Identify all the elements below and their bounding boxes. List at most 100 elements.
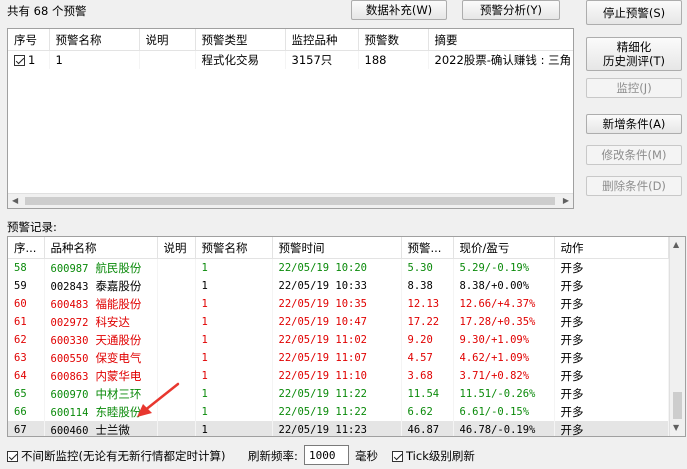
alert-index-cell[interactable]: 1 bbox=[8, 50, 50, 69]
modify-condition-button[interactable]: 修改条件(M) bbox=[586, 145, 682, 165]
scroll-down-icon[interactable]: ▼ bbox=[673, 423, 679, 433]
record-alert-name: 1 bbox=[195, 313, 273, 331]
record-row[interactable]: 63 600550 保变电气 1 22/05/19 11:07 4.57 4.62/+1.0… bbox=[8, 349, 669, 367]
refine-line1: 精细化 bbox=[616, 40, 652, 54]
record-row[interactable]: 64 600863 内蒙华电 1 22/05/19 11:10 3.68 3.71/+0.8… bbox=[8, 367, 669, 385]
alert-enabled-checkbox[interactable] bbox=[14, 55, 25, 66]
add-condition-button[interactable]: 新增条件(A) bbox=[586, 114, 682, 134]
alerts-hscroll-thumb[interactable] bbox=[25, 197, 555, 205]
record-action: 开多 bbox=[554, 403, 669, 421]
record-time: 22/05/19 11:23 bbox=[272, 421, 402, 436]
record-time: 22/05/19 11:22 bbox=[272, 403, 402, 421]
tick-refresh-checkbox[interactable] bbox=[392, 451, 403, 462]
records-vscrollbar[interactable]: ▲ ▼ bbox=[669, 237, 685, 436]
stock-code: 002972 bbox=[50, 317, 89, 329]
col-header-name[interactable]: 预警名称 bbox=[49, 29, 140, 51]
refresh-freq-input[interactable] bbox=[304, 445, 349, 465]
record-row[interactable]: 61 002972 科安达 1 22/05/19 10:47 17.22 17.28/+0.… bbox=[8, 313, 669, 331]
record-no: 66 bbox=[8, 403, 45, 421]
record-price: 46.87 bbox=[401, 421, 454, 436]
record-action: 开多 bbox=[554, 421, 669, 436]
col-header-desc[interactable]: 说明 bbox=[157, 237, 196, 259]
stock-name: 福能股份 bbox=[95, 297, 142, 311]
col-header-alert-name[interactable]: 预警名称 bbox=[195, 237, 273, 259]
alert-row[interactable]: 1 1 程式化交易 3157只 188 2022股票-确认赚钱 : 三角 bbox=[8, 50, 573, 69]
continuous-monitor-checkbox[interactable] bbox=[7, 451, 18, 462]
record-time: 22/05/19 11:02 bbox=[272, 331, 402, 349]
record-row[interactable]: 60 600483 福能股份 1 22/05/19 10:35 12.13 12.66/+4… bbox=[8, 295, 669, 313]
record-alert-name: 1 bbox=[195, 258, 273, 277]
scroll-left-icon[interactable]: ◀ bbox=[12, 196, 18, 206]
record-price: 5.30 bbox=[401, 258, 454, 277]
stock-cell: 600987 航民股份 bbox=[44, 258, 158, 277]
record-no: 63 bbox=[8, 349, 45, 367]
alerts-hscrollbar[interactable]: ◀ ▶ bbox=[8, 193, 573, 208]
record-row[interactable]: 66 600114 东睦股份 1 22/05/19 11:22 6.62 6.61/-0.1… bbox=[8, 403, 669, 421]
continuous-monitor-option[interactable]: 不间断监控(无论有无新行情都定时计算) bbox=[7, 448, 225, 464]
data-fill-button[interactable]: 数据补充(W) bbox=[351, 0, 447, 20]
records-label: 预警记录: bbox=[7, 220, 57, 234]
scroll-right-icon[interactable]: ▶ bbox=[563, 196, 569, 206]
record-pnl: 5.29/-0.19% bbox=[453, 258, 555, 277]
stock-name: 士兰微 bbox=[95, 423, 130, 437]
col-header-summary[interactable]: 摘要 bbox=[428, 29, 573, 51]
stock-code: 002843 bbox=[50, 281, 89, 293]
record-action: 开多 bbox=[554, 277, 669, 295]
record-alert-name: 1 bbox=[195, 367, 273, 385]
stop-alert-button[interactable]: 停止预警(S) bbox=[586, 0, 682, 25]
col-header-price[interactable]: 预警... bbox=[401, 237, 454, 259]
record-row[interactable]: 67 600460 士兰微 1 22/05/19 11:23 46.87 46.78/-0.… bbox=[8, 421, 669, 437]
record-action: 开多 bbox=[554, 258, 669, 277]
col-header-count[interactable]: 预警数 bbox=[358, 29, 429, 51]
records-table: 序... 品种名称 说明 预警名称 预警时间 预警... 现价/盈亏 动作 58… bbox=[7, 236, 686, 437]
record-desc bbox=[157, 295, 196, 313]
alert-summary: 2022股票-确认赚钱 : 三角 bbox=[428, 50, 573, 69]
record-time: 22/05/19 10:47 bbox=[272, 313, 402, 331]
record-no: 58 bbox=[8, 258, 45, 277]
record-pnl: 6.61/-0.15% bbox=[453, 403, 555, 421]
record-price: 4.57 bbox=[401, 349, 454, 367]
record-no: 62 bbox=[8, 331, 45, 349]
col-header-no[interactable]: 序... bbox=[8, 237, 45, 259]
alert-analysis-button[interactable]: 预警分析(Y) bbox=[462, 0, 560, 20]
stock-code: 600970 bbox=[50, 389, 89, 401]
record-no: 67 bbox=[8, 421, 45, 436]
record-price: 6.62 bbox=[401, 403, 454, 421]
record-alert-name: 1 bbox=[195, 295, 273, 313]
record-row[interactable]: 59 002843 泰嘉股份 1 22/05/19 10:33 8.38 8.38/+0.0… bbox=[8, 277, 669, 295]
record-time: 22/05/19 10:33 bbox=[272, 277, 402, 295]
stock-cell: 002843 泰嘉股份 bbox=[44, 277, 158, 295]
record-time: 22/05/19 11:10 bbox=[272, 367, 402, 385]
col-header-desc[interactable]: 说明 bbox=[139, 29, 196, 51]
record-alert-name: 1 bbox=[195, 277, 273, 295]
records-vscroll-thumb[interactable] bbox=[673, 392, 682, 419]
stock-cell: 600483 福能股份 bbox=[44, 295, 158, 313]
col-header-pnl[interactable]: 现价/盈亏 bbox=[453, 237, 555, 259]
record-desc bbox=[157, 331, 196, 349]
stock-code: 600550 bbox=[50, 353, 89, 365]
record-desc bbox=[157, 313, 196, 331]
scroll-up-icon[interactable]: ▲ bbox=[673, 240, 679, 250]
record-alert-name: 1 bbox=[195, 403, 273, 421]
record-row[interactable]: 58 600987 航民股份 1 22/05/19 10:20 5.30 5.29/-0.1… bbox=[8, 258, 669, 277]
stock-name: 航民股份 bbox=[95, 261, 142, 275]
col-header-action[interactable]: 动作 bbox=[554, 237, 669, 259]
col-header-time[interactable]: 预警时间 bbox=[272, 237, 402, 259]
alert-type: 程式化交易 bbox=[195, 50, 286, 69]
col-header-type[interactable]: 预警类型 bbox=[195, 29, 286, 51]
col-header-scope[interactable]: 监控品种 bbox=[285, 29, 359, 51]
delete-condition-button[interactable]: 删除条件(D) bbox=[586, 176, 682, 196]
record-pnl: 3.71/+0.82% bbox=[453, 367, 555, 385]
col-header-stock[interactable]: 品种名称 bbox=[44, 237, 158, 259]
record-row[interactable]: 62 600330 天通股份 1 22/05/19 11:02 9.20 9.30/+1.0… bbox=[8, 331, 669, 349]
record-price: 3.68 bbox=[401, 367, 454, 385]
col-header-index[interactable]: 序号 bbox=[8, 29, 50, 51]
record-action: 开多 bbox=[554, 331, 669, 349]
stock-name: 保变电气 bbox=[95, 351, 142, 365]
record-row[interactable]: 65 600970 中材三环 1 22/05/19 11:22 11.54 11.51/-0… bbox=[8, 385, 669, 403]
monitor-button[interactable]: 监控(J) bbox=[586, 78, 682, 98]
tick-refresh-option[interactable]: Tick级别刷新 bbox=[392, 448, 475, 464]
stock-cell: 600460 士兰微 bbox=[44, 421, 158, 437]
refine-history-button[interactable]: 精细化 历史测评(T) bbox=[586, 37, 682, 71]
record-action: 开多 bbox=[554, 349, 669, 367]
